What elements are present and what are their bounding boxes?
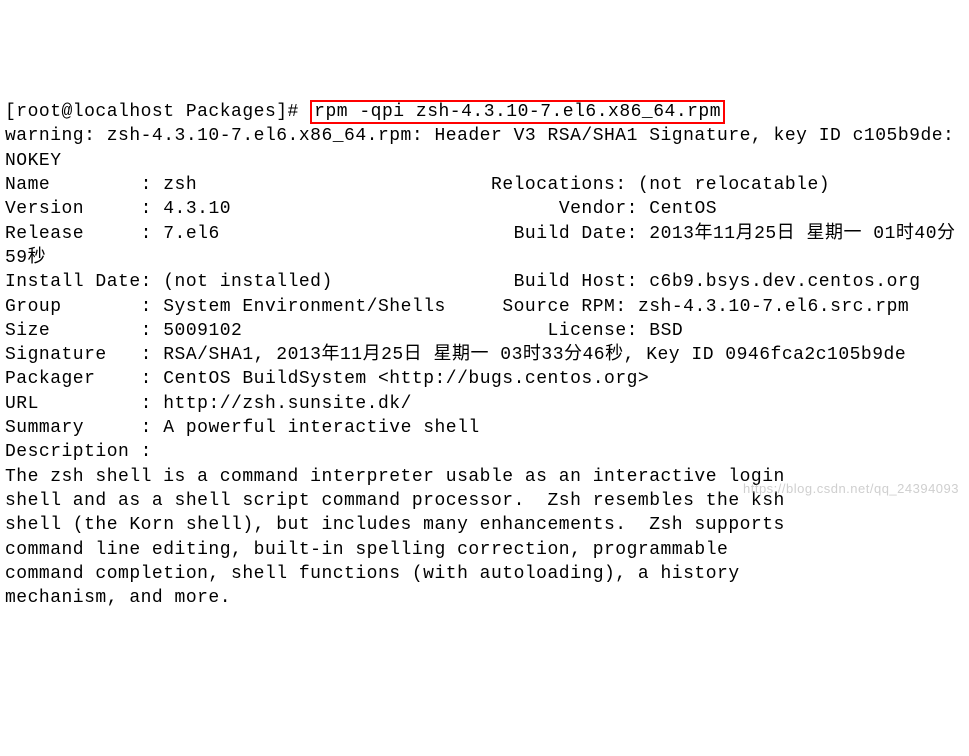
version-value: 4.3.10 [163, 199, 231, 219]
relocations-label: Relocations: [491, 175, 627, 195]
url-label: URL : [5, 394, 152, 414]
group-label: Group : [5, 297, 152, 317]
release-value: 7.el6 [163, 224, 220, 244]
builddate-label: Build Date: [514, 224, 638, 244]
summary-label: Summary : [5, 418, 152, 438]
buildhost-label: Build Host: [514, 272, 638, 292]
signature-value: RSA/SHA1, 2013年11月25日 星期一 03时33分46秒, Key… [163, 345, 906, 365]
relocations-value: (not relocatable) [638, 175, 830, 195]
installdate-line: Install Date: (not installed) Build Host… [5, 270, 964, 294]
watermark-text: https://blog.csdn.net/qq_24394093 [743, 480, 959, 498]
version-label: Version : [5, 199, 152, 219]
shell-prompt: [root@localhost Packages]# [5, 102, 299, 122]
highlighted-command: rpm -qpi zsh-4.3.10-7.el6.x86_64.rpm [310, 100, 725, 124]
signature-line: Signature : RSA/SHA1, 2013年11月25日 星期一 03… [5, 343, 964, 367]
size-value: 5009102 [163, 321, 242, 341]
url-value: http://zsh.sunsite.dk/ [163, 394, 412, 414]
name-value: zsh [163, 175, 197, 195]
buildhost-value: c6b9.bsys.dev.centos.org [649, 272, 920, 292]
url-line: URL : http://zsh.sunsite.dk/ [5, 392, 964, 416]
sourcerpm-label: Source RPM: [502, 297, 626, 317]
prompt-line[interactable]: [root@localhost Packages]# rpm -qpi zsh-… [5, 100, 964, 124]
packager-line: Packager : CentOS BuildSystem <http://bu… [5, 367, 964, 391]
size-label: Size : [5, 321, 152, 341]
vendor-value: CentOS [649, 199, 717, 219]
license-label: License: [548, 321, 638, 341]
license-value: BSD [649, 321, 683, 341]
summary-value: A powerful interactive shell [163, 418, 479, 438]
release-label: Release : [5, 224, 152, 244]
installdate-label: Install Date: [5, 272, 152, 292]
group-value: System Environment/Shells [163, 297, 446, 317]
name-label: Name : [5, 175, 152, 195]
packager-label: Packager : [5, 369, 152, 389]
warning-line: warning: zsh-4.3.10-7.el6.x86_64.rpm: He… [5, 124, 964, 173]
summary-line: Summary : A powerful interactive shell [5, 416, 964, 440]
signature-label: Signature : [5, 345, 152, 365]
command-text: rpm -qpi zsh-4.3.10-7.el6.x86_64.rpm [314, 102, 721, 122]
installdate-value: (not installed) [163, 272, 333, 292]
release-line: Release : 7.el6 Build Date: 2013年11月25日 … [5, 222, 964, 271]
version-line: Version : 4.3.10 Vendor: CentOS [5, 197, 964, 221]
sourcerpm-value: zsh-4.3.10-7.el6.src.rpm [638, 297, 909, 317]
size-line: Size : 5009102 License: BSD [5, 319, 964, 343]
description-label-line: Description : [5, 440, 964, 464]
name-line: Name : zsh Relocations: (not relocatable… [5, 173, 964, 197]
vendor-label: Vendor: [559, 199, 638, 219]
packager-value: CentOS BuildSystem <http://bugs.centos.o… [163, 369, 649, 389]
group-line: Group : System Environment/Shells Source… [5, 295, 964, 319]
